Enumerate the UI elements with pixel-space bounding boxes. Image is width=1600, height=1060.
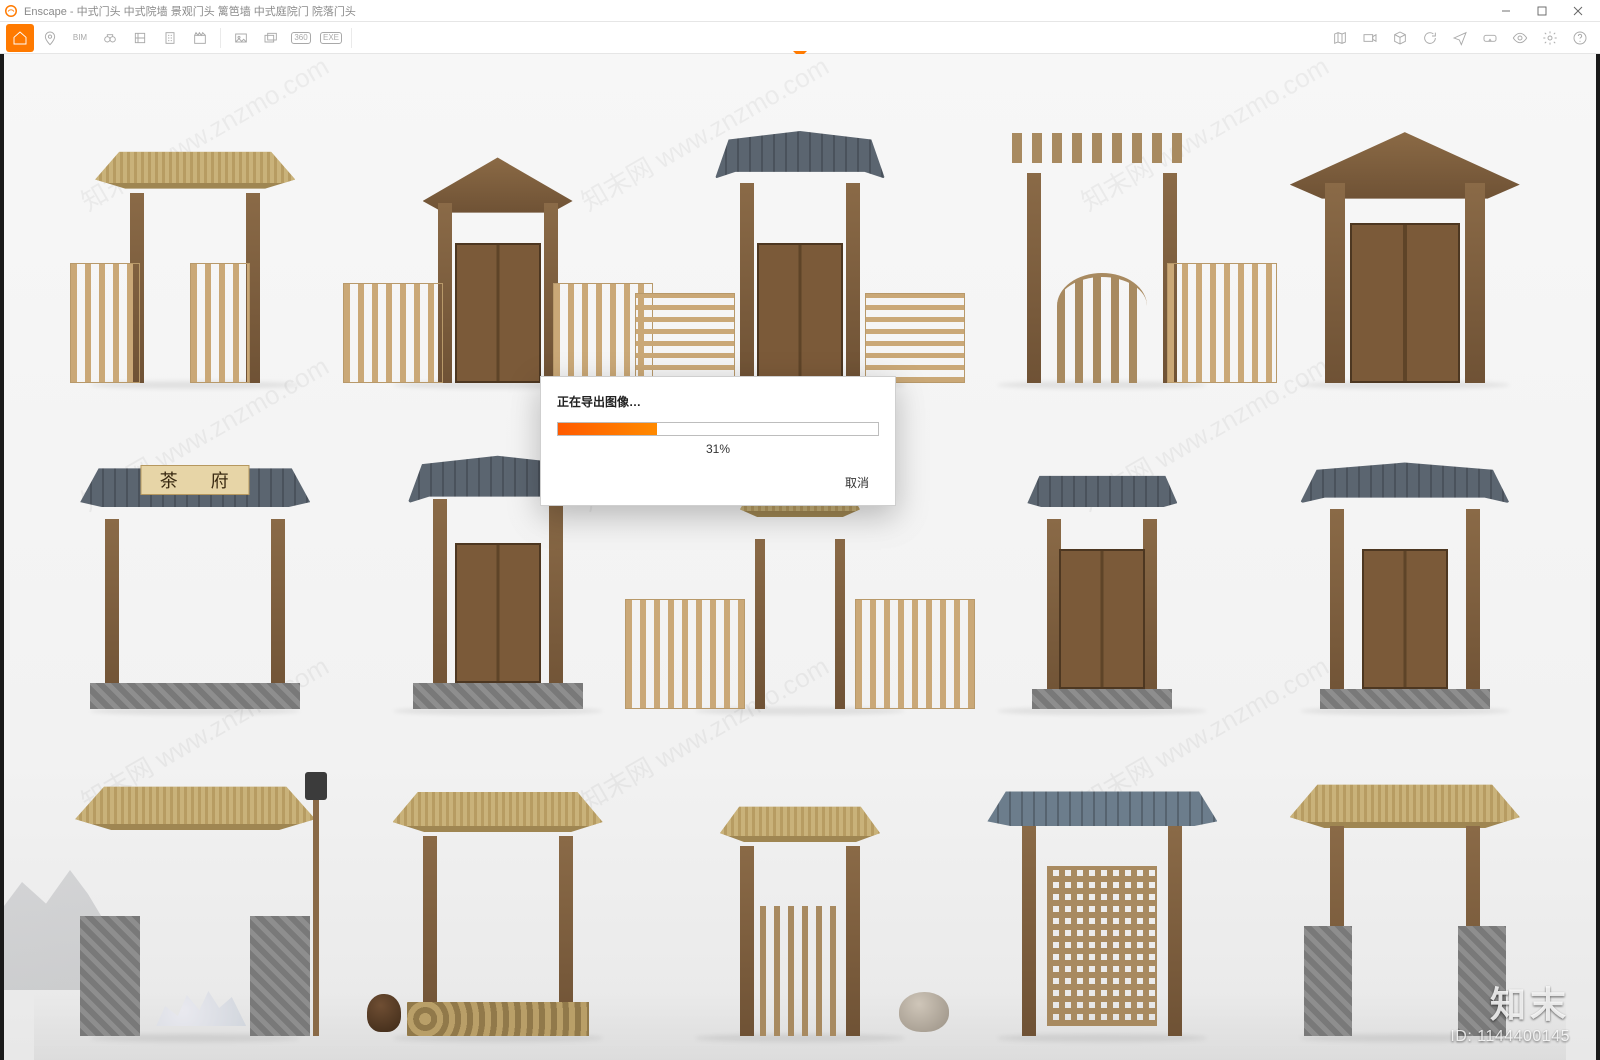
toolbar-separator [351, 28, 352, 48]
gate-model [977, 419, 1227, 709]
export-progress-percent: 31% [557, 442, 879, 456]
location-pin-button[interactable] [36, 24, 64, 52]
gate-model [675, 93, 925, 383]
export-dialog-title: 正在导出图像… [557, 393, 879, 410]
window-titlebar: Enscape - 中式门头 中式院墙 景观门头 篱笆墙 中式庭院门 院落门头 [0, 0, 1600, 22]
vr-headset-button[interactable] [1476, 24, 1504, 52]
home-button[interactable] [6, 24, 34, 52]
window-title: Enscape - 中式门头 中式院墙 景观门头 篱笆墙 中式庭院门 院落门头 [24, 3, 356, 19]
export-progress-dialog: 正在导出图像… 31% 取消 [540, 376, 896, 506]
building-button[interactable] [156, 24, 184, 52]
asset-id-label: ID: 1144400145 [1450, 1028, 1570, 1046]
window-minimize-button[interactable] [1488, 0, 1524, 22]
sync-button[interactable] [1416, 24, 1444, 52]
gate-model [70, 746, 320, 1036]
help-button[interactable] [1566, 24, 1594, 52]
gate-model [373, 746, 623, 1036]
export-exe-button[interactable]: EXE [317, 24, 345, 52]
asset-library-button[interactable] [126, 24, 154, 52]
gate-model [1280, 93, 1530, 383]
cancel-button[interactable]: 取消 [835, 470, 879, 495]
gate-model [977, 93, 1227, 383]
window-maximize-button[interactable] [1524, 0, 1560, 22]
export-batch-button[interactable] [257, 24, 285, 52]
window-close-button[interactable] [1560, 0, 1596, 22]
gate-model [1280, 419, 1530, 709]
settings-gear-button[interactable] [1536, 24, 1564, 52]
panorama-360-button[interactable]: 360 [287, 24, 315, 52]
gate-model: 茶 府 [70, 419, 320, 709]
video-settings-button[interactable] [1356, 24, 1384, 52]
render-viewport[interactable]: 知末网 www.znzmo.com 知末网 www.znzmo.com 知末网 … [0, 54, 1600, 1060]
panorama-360-label: 360 [291, 32, 310, 44]
export-progress-bar [557, 422, 879, 436]
map-button[interactable] [1326, 24, 1354, 52]
toolbar-separator [220, 28, 221, 48]
visual-settings-button[interactable] [1506, 24, 1534, 52]
clapperboard-button[interactable] [186, 24, 214, 52]
gate-model [977, 746, 1227, 1036]
gate-model-grid: 茶 府 [64, 84, 1536, 1036]
brand-watermark: 知末 ID: 1144400145 [1450, 976, 1570, 1046]
gate-model [675, 746, 925, 1036]
bim-label: BIM [73, 34, 87, 42]
export-exe-label: EXE [320, 32, 342, 44]
view-cube-button[interactable] [1386, 24, 1414, 52]
binoculars-button[interactable] [96, 24, 124, 52]
app-logo-icon [4, 4, 18, 18]
gate-sign-text: 茶 府 [141, 465, 250, 495]
paper-plane-button[interactable] [1446, 24, 1474, 52]
export-image-button[interactable] [227, 24, 255, 52]
gate-model [70, 93, 320, 383]
bim-button[interactable]: BIM [66, 24, 94, 52]
main-toolbar: BIM 360 EXE [0, 22, 1600, 54]
gate-model [373, 93, 623, 383]
brand-name: 知末 [1450, 976, 1570, 1028]
export-progress-fill [558, 423, 657, 435]
